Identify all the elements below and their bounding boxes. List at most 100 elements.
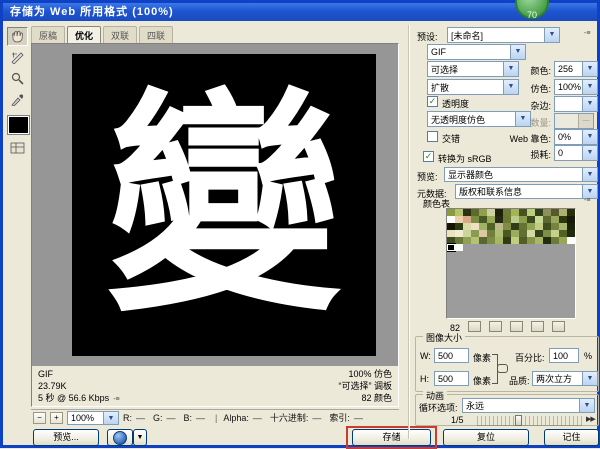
- color-swatch[interactable]: [527, 209, 535, 216]
- height-input[interactable]: [434, 371, 469, 386]
- color-swatch[interactable]: [519, 230, 527, 237]
- color-swatch[interactable]: [471, 237, 479, 244]
- color-swatch[interactable]: [487, 230, 495, 237]
- browser-list-dropdown[interactable]: ▼: [133, 429, 147, 446]
- color-swatch[interactable]: [463, 237, 471, 244]
- color-swatch[interactable]: [447, 209, 455, 216]
- hand-tool[interactable]: [7, 27, 28, 46]
- toggle-slices-visibility[interactable]: [7, 139, 28, 156]
- preset-dropdown[interactable]: [未命名] ▼: [447, 27, 560, 43]
- websnap-dropdown[interactable]: 0% ▼: [554, 129, 598, 145]
- color-swatch[interactable]: [471, 209, 479, 216]
- color-swatch[interactable]: [463, 230, 471, 237]
- color-swatch[interactable]: [519, 223, 527, 230]
- color-swatch[interactable]: [471, 223, 479, 230]
- preview-canvas-area[interactable]: 變: [32, 44, 398, 366]
- tab-2up[interactable]: 双联: [103, 26, 137, 43]
- delete-color-icon[interactable]: [552, 321, 565, 332]
- color-swatch[interactable]: [455, 216, 463, 223]
- color-swatch[interactable]: [527, 230, 535, 237]
- color-swatch[interactable]: [455, 244, 463, 251]
- link-dimensions-icon[interactable]: [497, 364, 508, 373]
- color-swatch[interactable]: [463, 216, 471, 223]
- color-swatch[interactable]: [447, 244, 455, 251]
- slider-thumb[interactable]: [515, 415, 522, 426]
- remember-button[interactable]: 记住: [544, 429, 599, 446]
- color-swatch[interactable]: [535, 237, 543, 244]
- color-swatch[interactable]: [535, 230, 543, 237]
- eyedropper-color-swatch[interactable]: [8, 116, 29, 134]
- color-swatch[interactable]: [447, 230, 455, 237]
- color-swatch[interactable]: [487, 209, 495, 216]
- color-swatch[interactable]: [527, 216, 535, 223]
- color-swatch[interactable]: [455, 209, 463, 216]
- color-swatch[interactable]: [495, 230, 503, 237]
- color-swatch[interactable]: [519, 216, 527, 223]
- new-color-icon[interactable]: [531, 321, 544, 332]
- web-shift-icon[interactable]: [468, 321, 481, 332]
- color-swatch[interactable]: [503, 237, 511, 244]
- color-swatch[interactable]: [559, 223, 567, 230]
- color-swatch[interactable]: [447, 223, 455, 230]
- color-swatch[interactable]: [495, 209, 503, 216]
- color-swatch[interactable]: [503, 216, 511, 223]
- color-swatch[interactable]: [535, 209, 543, 216]
- color-swatch[interactable]: [535, 223, 543, 230]
- preview-dropdown[interactable]: 显示器颜色 ▼: [444, 167, 598, 182]
- color-swatch[interactable]: [495, 237, 503, 244]
- width-input[interactable]: [434, 348, 469, 363]
- color-swatch[interactable]: [567, 230, 575, 237]
- color-swatch[interactable]: [519, 237, 527, 244]
- color-swatch[interactable]: [455, 223, 463, 230]
- format-dropdown[interactable]: GIF ▼: [427, 44, 526, 60]
- zoom-level-dropdown[interactable]: 100% ▼: [67, 411, 119, 425]
- color-swatch[interactable]: [527, 237, 535, 244]
- color-swatch[interactable]: [511, 209, 519, 216]
- color-swatch[interactable]: [447, 216, 455, 223]
- dither-amount-dropdown[interactable]: 100% ▼: [554, 79, 598, 95]
- lossy-dropdown[interactable]: 0 ▼: [554, 145, 598, 161]
- color-swatch[interactable]: [567, 216, 575, 223]
- color-swatch[interactable]: [551, 223, 559, 230]
- slice-select-tool[interactable]: [7, 48, 28, 67]
- title-bar[interactable]: 存储为 Web 所用格式 (100%): [3, 3, 597, 21]
- quality-dropdown[interactable]: 两次立方 ▼: [532, 371, 598, 386]
- color-swatch[interactable]: [567, 223, 575, 230]
- color-swatch[interactable]: [479, 230, 487, 237]
- color-swatch[interactable]: [543, 230, 551, 237]
- optimized-image[interactable]: 變: [72, 54, 376, 356]
- frame-slider[interactable]: [477, 416, 582, 426]
- color-swatch[interactable]: [471, 230, 479, 237]
- color-swatch[interactable]: [543, 223, 551, 230]
- color-swatch[interactable]: [551, 230, 559, 237]
- transparency-checkbox[interactable]: ✓: [427, 96, 438, 107]
- color-swatch[interactable]: [511, 237, 519, 244]
- color-swatch[interactable]: [503, 209, 511, 216]
- color-swatch[interactable]: [559, 237, 567, 244]
- eyedropper-tool[interactable]: [7, 90, 28, 109]
- loop-options-dropdown[interactable]: 永远 ▼: [462, 398, 595, 413]
- save-button[interactable]: 存储: [352, 429, 431, 446]
- color-swatch[interactable]: [511, 230, 519, 237]
- color-table-menu-icon[interactable]: -≡: [584, 197, 590, 204]
- color-swatch[interactable]: [463, 209, 471, 216]
- download-speed-menu-icon[interactable]: -≡: [113, 394, 119, 406]
- lock-color-icon[interactable]: [489, 321, 502, 332]
- color-swatch[interactable]: [471, 216, 479, 223]
- color-swatch[interactable]: [479, 237, 487, 244]
- color-swatch[interactable]: [527, 223, 535, 230]
- color-swatch[interactable]: [559, 216, 567, 223]
- color-swatch[interactable]: [543, 237, 551, 244]
- color-swatch[interactable]: [551, 209, 559, 216]
- tab-4up[interactable]: 四联: [139, 26, 173, 43]
- transparency-dither-dropdown[interactable]: 无透明度仿色 ▼: [427, 111, 531, 127]
- metadata-dropdown[interactable]: 版权和联系信息 ▼: [455, 184, 598, 199]
- color-swatch[interactable]: [503, 223, 511, 230]
- color-swatch[interactable]: [487, 216, 495, 223]
- color-swatch[interactable]: [551, 237, 559, 244]
- optimize-panel-menu-icon[interactable]: -≡: [584, 30, 590, 37]
- matte-dropdown[interactable]: ▼: [554, 96, 598, 112]
- color-swatch[interactable]: [455, 230, 463, 237]
- color-swatch[interactable]: [559, 230, 567, 237]
- colors-dropdown[interactable]: 256 ▼: [554, 61, 598, 77]
